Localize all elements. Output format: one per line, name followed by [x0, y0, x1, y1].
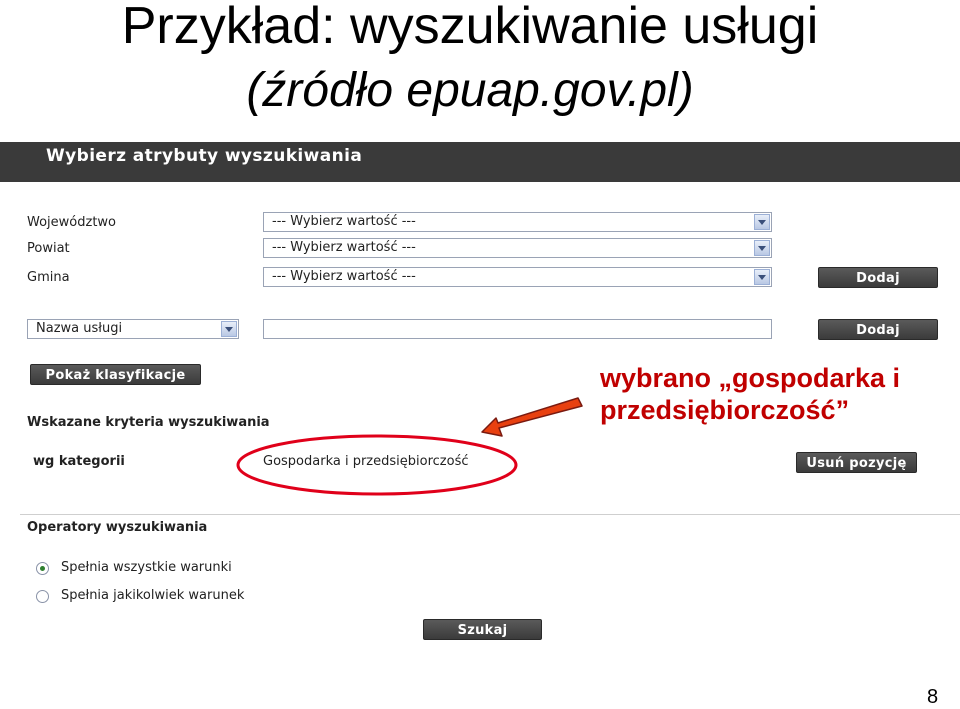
annotation-line-2: przedsiębiorczość”	[600, 395, 850, 425]
page-number: 8	[927, 686, 939, 708]
annotation-line-1: wybrano „gospodarka i	[600, 363, 901, 393]
annotation-overlay	[236, 397, 583, 496]
highlight-ellipse	[236, 434, 518, 496]
arrow-icon	[481, 397, 583, 437]
